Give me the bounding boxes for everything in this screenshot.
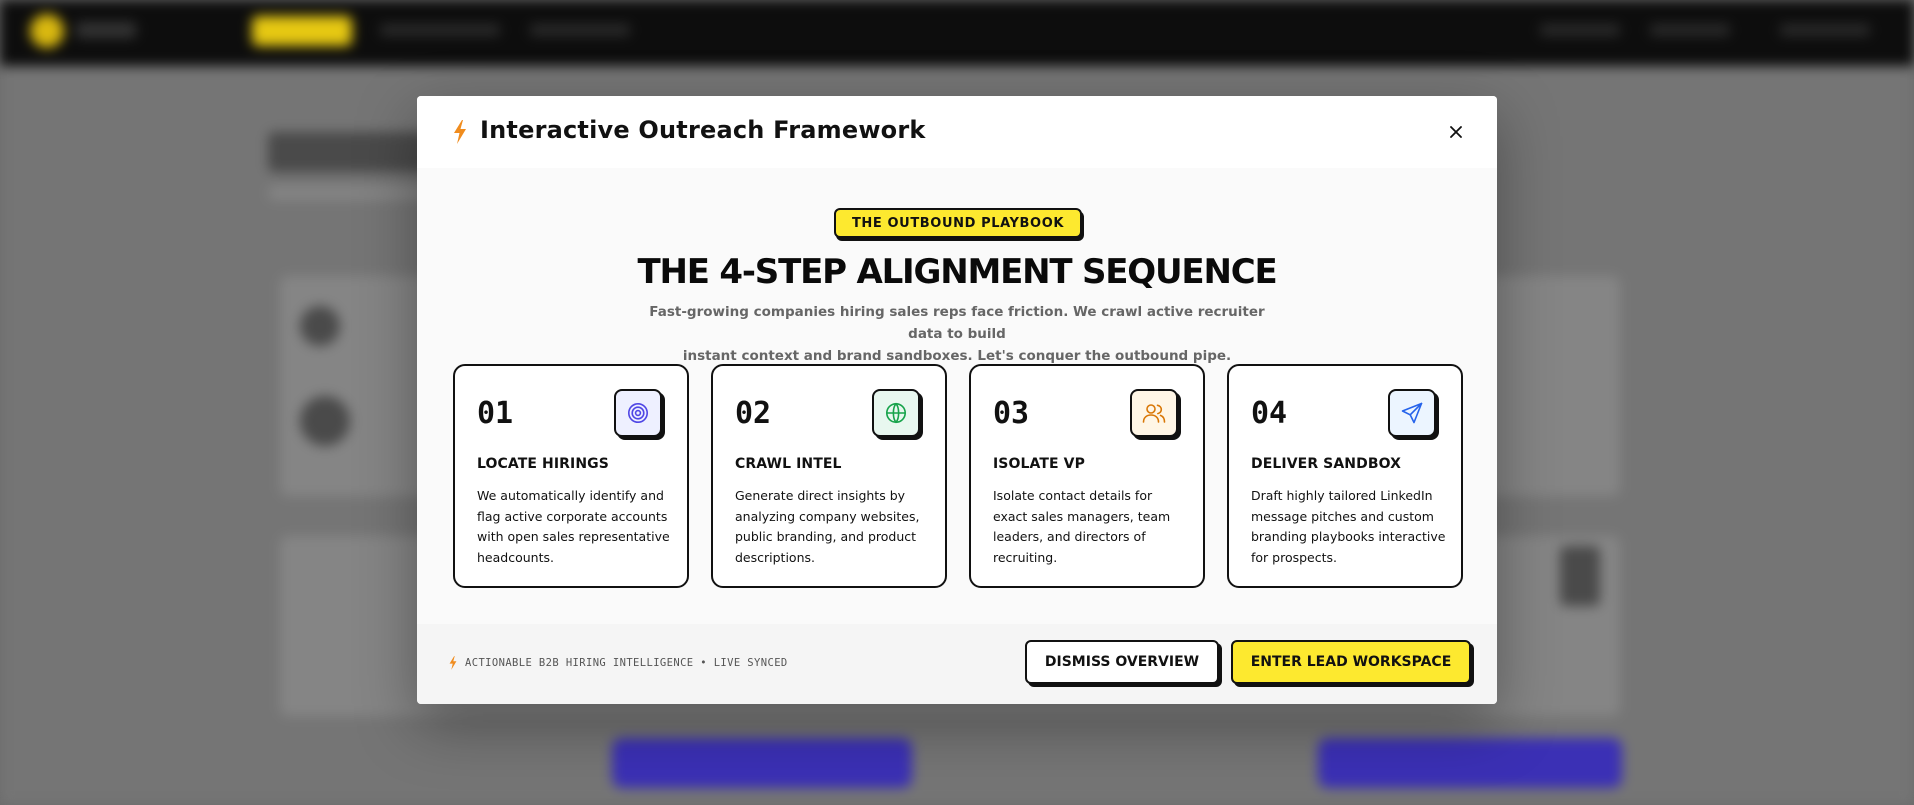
- modal-header: Interactive Outreach Framework: [417, 96, 1497, 168]
- step-card-locate-hirings: 01 LOCATE HIRINGS We automatically ident…: [453, 364, 689, 588]
- step-number: 03: [993, 396, 1030, 431]
- dismiss-overview-button[interactable]: DISMISS OVERVIEW: [1025, 640, 1219, 684]
- background-logo: [30, 14, 64, 48]
- sequence-headline: THE 4-STEP ALIGNMENT SEQUENCE: [637, 252, 1278, 292]
- background-navbar: [0, 0, 1914, 66]
- send-icon: [1401, 402, 1423, 424]
- playbook-badge: THE OUTBOUND PLAYBOOK: [834, 208, 1082, 238]
- step-description: Generate direct insights by analyzing co…: [735, 488, 920, 565]
- outreach-framework-modal: Interactive Outreach Framework THE OUTBO…: [417, 96, 1497, 704]
- step-card-crawl-intel: 02 CRAWL INTEL Generate direct insights …: [711, 364, 947, 588]
- background-button-1: [612, 738, 912, 788]
- step-icon-box: [614, 389, 662, 437]
- intro-subtext-line-1: Fast-growing companies hiring sales reps…: [649, 304, 1265, 342]
- close-icon: [1450, 126, 1462, 138]
- step-description: Isolate contact details for exact sales …: [993, 488, 1171, 565]
- background-button-2: [1318, 738, 1622, 788]
- bolt-icon: [449, 656, 457, 670]
- step-icon-box: [1130, 389, 1178, 437]
- step-card-deliver-sandbox: 04 DELIVER SANDBOX Draft highly tailored…: [1227, 364, 1463, 588]
- bolt-icon: [454, 120, 466, 144]
- sync-status-text: ACTIONABLE B2B HIRING INTELLIGENCE • LIV…: [465, 657, 788, 669]
- step-title: DELIVER SANDBOX: [1251, 456, 1401, 472]
- step-number: 02: [735, 396, 772, 431]
- step-icon-box: [872, 389, 920, 437]
- intro-subtext: Fast-growing companies hiring sales reps…: [637, 301, 1277, 367]
- step-number: 04: [1251, 396, 1288, 431]
- background-nav-pill: [252, 16, 352, 46]
- step-description: We automatically identify and flag activ…: [477, 488, 670, 565]
- step-title: CRAWL INTEL: [735, 456, 842, 472]
- step-title: ISOLATE VP: [993, 456, 1085, 472]
- modal-title: Interactive Outreach Framework: [480, 116, 926, 144]
- modal-footer: ACTIONABLE B2B HIRING INTELLIGENCE • LIV…: [417, 624, 1497, 704]
- step-card-isolate-vp: 03 ISOLATE VP Isolate contact details fo…: [969, 364, 1205, 588]
- target-icon: [628, 403, 648, 423]
- step-number: 01: [477, 396, 514, 431]
- users-icon: [1142, 404, 1166, 423]
- step-title: LOCATE HIRINGS: [477, 456, 609, 472]
- globe-icon: [886, 402, 906, 424]
- close-button[interactable]: [1444, 120, 1468, 144]
- step-icon-box: [1388, 389, 1436, 437]
- enter-lead-workspace-button[interactable]: ENTER LEAD WORKSPACE: [1231, 640, 1471, 684]
- step-description: Draft highly tailored LinkedIn message p…: [1251, 488, 1446, 565]
